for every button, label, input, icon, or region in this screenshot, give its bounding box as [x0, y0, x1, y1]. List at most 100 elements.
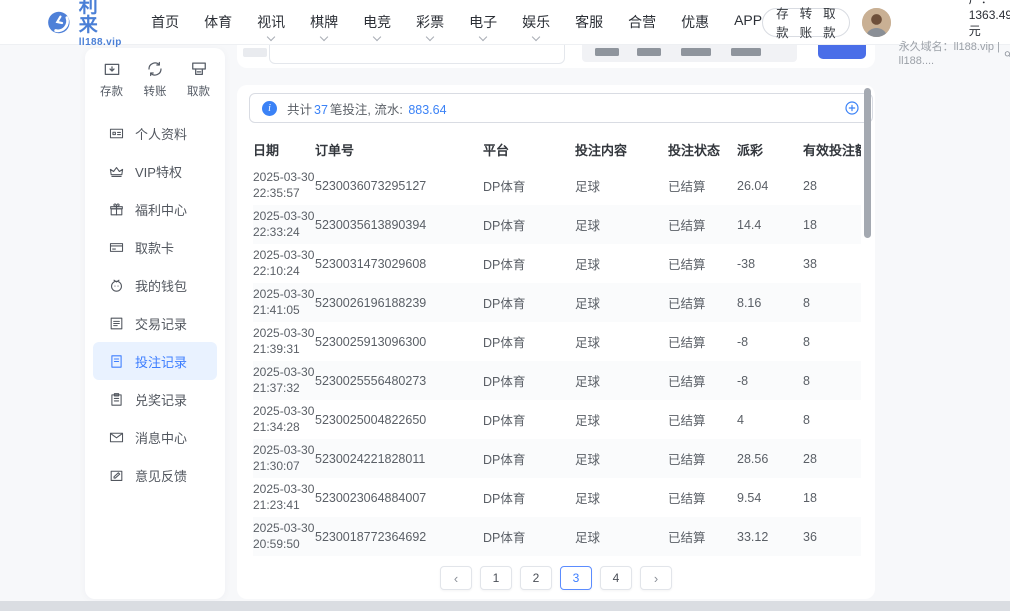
cell-valid-amount: 28 — [803, 179, 861, 193]
nav-item-9[interactable]: 合营 — [628, 9, 656, 35]
cell-content: 足球 — [575, 410, 668, 429]
nav-item-1[interactable]: 体育 — [204, 9, 232, 35]
quick-action-label: 转账 — [144, 83, 167, 99]
cell-content: 足球 — [575, 293, 668, 312]
cell-order: 5230025913096300 — [315, 335, 483, 349]
date-range-input[interactable] — [269, 44, 565, 64]
cell-status: 已结算 — [668, 293, 737, 312]
quick-action-2[interactable]: 取款 — [187, 59, 210, 99]
sidebar-item-label: 兑奖记录 — [135, 390, 187, 409]
sidebar-item-7[interactable]: 兑奖记录 — [93, 380, 217, 418]
cell-payout: -38 — [737, 257, 803, 271]
cell-date: 2025-03-3021:23:41 — [253, 482, 315, 513]
sidebar-item-3[interactable]: 取款卡 — [93, 228, 217, 266]
sidebar-item-2[interactable]: 福利中心 — [93, 190, 217, 228]
cell-status: 已结算 — [668, 488, 737, 507]
transfer-icon — [145, 59, 165, 79]
table-row: 2025-03-3021:34:285230025004822650DP体育足球… — [253, 400, 861, 439]
nav-item-0[interactable]: 首页 — [151, 9, 179, 35]
table-header-row: 日期订单号平台投注内容投注状态派彩有效投注额 — [253, 133, 861, 166]
nav-item-label: 彩票 — [416, 14, 444, 30]
column-header: 投注内容 — [575, 140, 668, 159]
crown-icon — [108, 163, 125, 180]
sidebar-item-8[interactable]: 消息中心 — [93, 418, 217, 456]
cell-status: 已结算 — [668, 215, 737, 234]
nav-item-8[interactable]: 客服 — [575, 9, 603, 35]
nav-item-10[interactable]: 优惠 — [681, 9, 709, 35]
sidebar-item-label: 交易记录 — [135, 314, 187, 333]
sidebar-item-1[interactable]: VIP特权 — [93, 152, 217, 190]
sidebar-item-5[interactable]: 交易记录 — [93, 304, 217, 342]
sidebar-item-0[interactable]: 个人资料 — [93, 114, 217, 152]
pill-action-0[interactable]: 存款 — [776, 3, 789, 41]
page-button-4[interactable]: 4 — [600, 566, 632, 590]
nav-item-2[interactable]: 视讯 — [257, 9, 285, 35]
page-button-3[interactable]: 3 — [560, 566, 592, 590]
sidebar-item-label: 取款卡 — [135, 238, 174, 257]
nav-item-label: 娱乐 — [522, 14, 550, 30]
cell-platform: DP体育 — [483, 488, 575, 507]
nav-item-7[interactable]: 娱乐 — [522, 9, 550, 35]
sidebar-item-label: 福利中心 — [135, 200, 187, 219]
cell-order: 5230035613890394 — [315, 218, 483, 232]
search-icon[interactable] — [1004, 49, 1010, 60]
page-prev-button[interactable]: ‹ — [440, 566, 472, 590]
brand-logo[interactable]: 利 来 ll188.vip — [46, 0, 127, 48]
page-button-2[interactable]: 2 — [520, 566, 552, 590]
cell-order: 5230024221828011 — [315, 452, 483, 466]
wallet-icon — [108, 277, 125, 294]
sidebar-item-9[interactable]: 意见反馈 — [93, 456, 217, 494]
user-line-1: anxin3399 总资产：1363.49元 — [899, 0, 1010, 40]
nav-item-label: 首页 — [151, 14, 179, 30]
cell-platform: DP体育 — [483, 410, 575, 429]
permanent-domain: 永久域名：ll188.vip | ll188.... — [899, 40, 1001, 70]
nav-item-3[interactable]: 棋牌 — [310, 9, 338, 35]
page-next-button[interactable]: › — [640, 566, 672, 590]
pill-action-2[interactable]: 取款 — [823, 3, 836, 41]
column-header: 订单号 — [315, 140, 483, 159]
sidebar-item-6[interactable]: 投注记录 — [93, 342, 217, 380]
sidebar-item-4[interactable]: 我的钱包 — [93, 266, 217, 304]
cell-platform: DP体育 — [483, 176, 575, 195]
cell-date: 2025-03-3021:30:07 — [253, 443, 315, 474]
page-button-1[interactable]: 1 — [480, 566, 512, 590]
table-row: 2025-03-3022:33:245230035613890394DP体育足球… — [253, 205, 861, 244]
table-row: 2025-03-3021:30:075230024221828011DP体育足球… — [253, 439, 861, 478]
cell-content: 足球 — [575, 215, 668, 234]
cell-order: 5230026196188239 — [315, 296, 483, 310]
cell-content: 足球 — [575, 527, 668, 546]
total-assets: 总资产：1363.49元 — [969, 0, 1010, 40]
feedback-icon — [108, 467, 125, 484]
avatar[interactable] — [862, 8, 891, 37]
quick-action-1[interactable]: 转账 — [144, 59, 167, 99]
nav-item-4[interactable]: 电竞 — [363, 9, 391, 35]
cell-valid-amount: 18 — [803, 218, 861, 232]
cell-platform: DP体育 — [483, 371, 575, 390]
nav-item-6[interactable]: 电子 — [469, 9, 497, 35]
cell-content: 足球 — [575, 254, 668, 273]
column-header: 有效投注额 — [803, 140, 861, 159]
filter-tab-fragment — [731, 48, 761, 56]
cell-valid-amount: 8 — [803, 374, 861, 388]
scrollbar-thumb[interactable] — [864, 88, 871, 238]
top-header: 利 来 ll188.vip 首页体育视讯棋牌电竞彩票电子娱乐客服合营优惠APP … — [0, 0, 1010, 45]
nav-item-5[interactable]: 彩票 — [416, 9, 444, 35]
quick-action-0[interactable]: 存款 — [100, 59, 123, 99]
pill-action-1[interactable]: 转账 — [800, 3, 813, 41]
withdraw-icon — [189, 59, 209, 79]
nav-item-label: 优惠 — [681, 14, 709, 30]
cell-content: 足球 — [575, 332, 668, 351]
chevron-down-icon — [479, 33, 487, 41]
redeem-icon — [108, 391, 125, 408]
cell-payout: 26.04 — [737, 179, 803, 193]
header-right: 存款转账取款 anxin3399 总资产：1363.49元 永久域名：ll188… — [762, 0, 1010, 69]
circle-plus-icon[interactable] — [844, 100, 860, 116]
cell-valid-amount: 18 — [803, 491, 861, 505]
cell-status: 已结算 — [668, 371, 737, 390]
table-row: 2025-03-3021:37:325230025556480273DP体育足球… — [253, 361, 861, 400]
id-card-icon — [108, 125, 125, 142]
nav-item-11[interactable]: APP — [734, 9, 762, 35]
cell-platform: DP体育 — [483, 332, 575, 351]
cell-date: 2025-03-3020:59:50 — [253, 521, 315, 552]
column-header: 投注状态 — [668, 140, 737, 159]
